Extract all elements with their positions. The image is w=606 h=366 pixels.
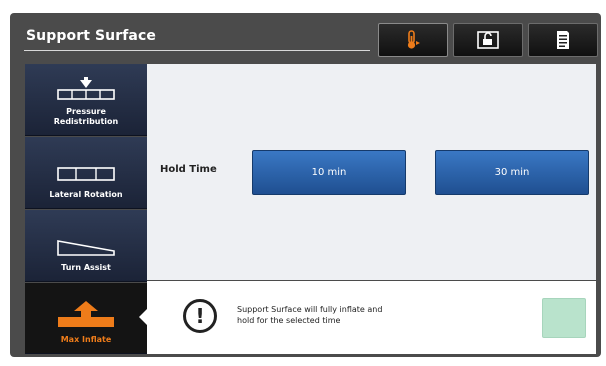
info-icon: ! xyxy=(183,299,217,333)
sidebar-item-label: Lateral Rotation xyxy=(49,190,123,199)
sidebar-item-label: Pressure Redistribution xyxy=(53,107,119,126)
hold-10-min-button[interactable]: 10 min xyxy=(252,150,406,195)
device-screen: Support Surface Pressure Redistribution … xyxy=(0,0,606,366)
sidebar: Pressure Redistribution Lateral Rotation… xyxy=(25,64,147,354)
hold-30-min-button[interactable]: 30 min xyxy=(435,150,589,195)
header-bar: Support Surface xyxy=(10,13,601,63)
sidebar-item-label: Turn Assist xyxy=(61,263,111,272)
message-bar: ! Support Surface will fully inflate and… xyxy=(139,281,596,354)
unlock-icon xyxy=(477,31,499,49)
hold-time-label: Hold Time xyxy=(160,164,217,175)
page-title: Support Surface xyxy=(26,28,156,44)
sidebar-item-turn-assist[interactable]: Turn Assist xyxy=(25,210,147,282)
document-icon xyxy=(557,31,569,49)
message-text: Support Surface will fully inflate and h… xyxy=(237,304,477,326)
selection-pointer xyxy=(139,309,147,325)
lateral-rotation-icon xyxy=(57,167,115,181)
lock-button[interactable] xyxy=(453,23,523,57)
sidebar-item-max-inflate[interactable]: Max Inflate xyxy=(25,283,147,354)
sidebar-item-pressure-redistribution[interactable]: Pressure Redistribution xyxy=(25,64,147,136)
turn-assist-icon xyxy=(57,240,115,256)
max-inflate-icon xyxy=(58,301,114,327)
pressure-redistribution-icon xyxy=(57,77,115,100)
confirm-button[interactable] xyxy=(542,298,586,338)
log-button[interactable] xyxy=(528,23,598,57)
sidebar-item-label: Max Inflate xyxy=(60,335,112,344)
thermometer-icon xyxy=(407,30,420,49)
sidebar-item-lateral-rotation[interactable]: Lateral Rotation xyxy=(25,137,147,209)
temperature-button[interactable] xyxy=(378,23,448,57)
main-panel: Hold Time 10 min 30 min xyxy=(147,64,596,280)
title-underline xyxy=(24,50,370,51)
message-line-1: Support Surface will fully inflate and xyxy=(237,305,383,314)
message-line-2: hold for the selected time xyxy=(237,316,341,325)
